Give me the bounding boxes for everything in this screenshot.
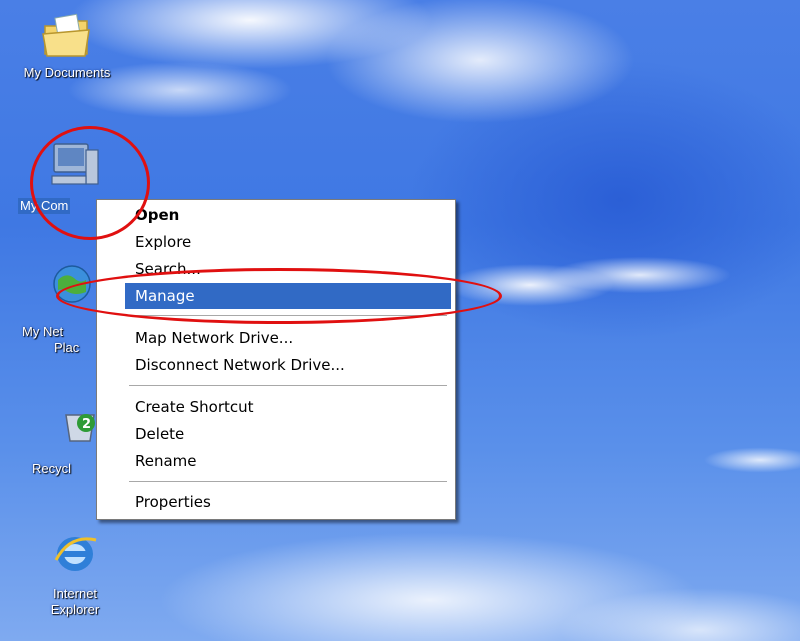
internet-explorer-icon: [54, 537, 97, 571]
desktop-icon-label-line1: Internet: [52, 586, 98, 601]
my-computer-icon: [51, 143, 99, 185]
desktop-icon-label-line1: My Net: [22, 324, 64, 339]
desktop-icon-my-network-places[interactable]: My Net Plac: [22, 262, 102, 356]
menu-item-manage[interactable]: Manage: [125, 283, 451, 309]
recycle-bin-icon: 2: [65, 414, 95, 442]
desktop-icon-label-line2: Explorer: [50, 602, 100, 617]
menu-separator: [129, 385, 447, 386]
menu-separator: [129, 315, 447, 316]
desktop-icon-label-line2: Plac: [54, 340, 80, 355]
folder-documents-icon: [42, 13, 90, 57]
desktop-icon-label: My Com: [18, 198, 71, 214]
menu-item-delete[interactable]: Delete: [125, 421, 451, 447]
context-menu: Open Explore Search... Manage Map Networ…: [96, 199, 456, 520]
menu-item-explore[interactable]: Explore: [125, 229, 451, 255]
desktop-icon-my-documents[interactable]: My Documents: [12, 8, 122, 82]
menu-item-search[interactable]: Search...: [125, 256, 451, 282]
network-places-icon: [53, 265, 91, 303]
desktop-icon-label: My Documents: [23, 65, 111, 80]
desktop-icon-internet-explorer[interactable]: Internet Explorer: [30, 530, 120, 618]
menu-item-rename[interactable]: Rename: [125, 448, 451, 474]
menu-item-disconnect-network-drive[interactable]: Disconnect Network Drive...: [125, 352, 451, 378]
desktop-icon-label: Recycl: [32, 461, 72, 476]
menu-item-create-shortcut[interactable]: Create Shortcut: [125, 394, 451, 420]
desktop-icon-recycle-bin[interactable]: 2 Recycl: [30, 405, 100, 477]
menu-separator: [129, 481, 447, 482]
svg-text:2: 2: [82, 417, 91, 432]
menu-item-open[interactable]: Open: [125, 202, 451, 228]
menu-item-properties[interactable]: Properties: [125, 489, 451, 515]
menu-item-map-network-drive[interactable]: Map Network Drive...: [125, 325, 451, 351]
